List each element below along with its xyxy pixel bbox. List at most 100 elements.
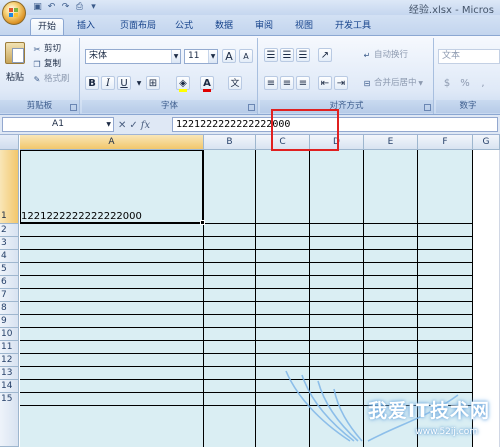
fill-bucket-icon: ◈ — [179, 78, 187, 92]
tab-view[interactable]: 视图 — [288, 18, 320, 35]
cell-a1-value: 1221222222222222000 — [21, 211, 142, 222]
column-header-a[interactable]: A — [20, 135, 204, 150]
row-header-8[interactable]: 8 — [0, 302, 19, 315]
phonetic-button[interactable]: 文 — [228, 76, 242, 90]
fill-color-button[interactable]: ◈ — [176, 76, 190, 92]
italic-button[interactable]: I — [101, 76, 115, 90]
row-header-6[interactable]: 6 — [0, 276, 19, 289]
office-logo-icon — [9, 8, 19, 18]
font-size-combo[interactable]: 11 ▼ — [184, 49, 218, 64]
borders-button[interactable]: ⊞ — [146, 76, 160, 90]
align-top-icon: ☰ — [266, 50, 276, 61]
merge-icon: ⊟ — [363, 79, 371, 88]
percent-format-icon[interactable]: % — [458, 76, 472, 90]
number-group-label: 数字 — [436, 100, 500, 113]
increase-indent-button[interactable]: ⇥ — [334, 76, 348, 90]
office-button[interactable] — [2, 1, 26, 25]
customize-qat-icon[interactable]: ▾ — [88, 2, 99, 13]
font-size-value: 11 — [188, 51, 200, 61]
align-center-button[interactable]: ≡ — [280, 76, 294, 90]
shrink-font-button[interactable]: A — [239, 49, 253, 63]
decrease-indent-button[interactable]: ⇤ — [318, 76, 332, 90]
comma-style-icon[interactable]: , — [476, 76, 490, 90]
row-header-5[interactable]: 5 — [0, 263, 19, 276]
font-group-label: 字体 — [82, 100, 257, 113]
font-launcher-icon[interactable] — [248, 104, 255, 111]
save-icon[interactable]: ▣ — [32, 2, 43, 13]
redo-icon[interactable]: ↷ — [60, 2, 71, 13]
tab-formulas[interactable]: 公式 — [168, 18, 200, 35]
cancel-icon[interactable]: ✕ — [118, 120, 126, 131]
select-all-button[interactable] — [0, 135, 19, 150]
row-header-12[interactable]: 12 — [0, 354, 19, 367]
font-name-combo[interactable]: 宋体 ▼ — [85, 49, 181, 64]
tab-data[interactable]: 数据 — [208, 18, 240, 35]
cut-label: 剪切 — [44, 44, 62, 54]
row-header-7[interactable]: 7 — [0, 289, 19, 302]
worksheet-grid[interactable]: A B C D E F G 1 2 3 4 5 6 7 8 9 10 11 12… — [0, 135, 500, 447]
tab-page-layout[interactable]: 页面布局 — [112, 18, 164, 35]
tab-home[interactable]: 开始 — [30, 18, 64, 35]
name-box[interactable]: A1 ▼ — [2, 117, 114, 132]
column-header-b[interactable]: B — [204, 135, 256, 150]
window-title: 经验.xlsx - Micros — [408, 5, 494, 16]
formula-buttons: ✕ ✓ fx — [118, 118, 150, 132]
wrap-text-icon: ↵ — [363, 51, 371, 60]
clipboard-launcher-icon[interactable] — [70, 104, 77, 111]
align-top-button[interactable]: ☰ — [264, 48, 278, 62]
format-painter-label: 格式刷 — [44, 74, 70, 84]
alignment-group: ☰ ☰ ☰ ↗ ↵ 自动换行 ≡ ≡ ≡ ⇤ ⇥ ⊟ 合并后居中 ▼ 对齐方式 — [260, 38, 434, 114]
align-right-icon: ≡ — [298, 78, 308, 89]
align-right-button[interactable]: ≡ — [296, 76, 310, 90]
formula-bar: A1 ▼ ✕ ✓ fx 1221222222222222000 — [0, 115, 500, 135]
row-header-11[interactable]: 11 — [0, 341, 19, 354]
tab-insert[interactable]: 插入 — [70, 18, 102, 35]
column-header-g[interactable]: G — [473, 135, 500, 150]
merge-dropdown-icon[interactable]: ▼ — [417, 80, 423, 87]
tab-developer[interactable]: 开发工具 — [328, 18, 378, 35]
wrap-text-label: 自动换行 — [374, 50, 409, 60]
bold-button[interactable]: B — [85, 76, 99, 90]
row-header-3[interactable]: 3 — [0, 237, 19, 250]
merge-center-button[interactable]: ⊟ 合并后居中 ▼ — [362, 77, 423, 89]
alignment-launcher-icon[interactable] — [424, 104, 431, 111]
grow-font-button[interactable]: A — [222, 49, 236, 63]
row-header-14[interactable]: 14 — [0, 380, 19, 393]
orientation-button[interactable]: ↗ — [318, 48, 332, 62]
format-painter-button[interactable]: ✎ 格式刷 — [32, 73, 70, 85]
row-header-4[interactable]: 4 — [0, 250, 19, 263]
row-header-13[interactable]: 13 — [0, 367, 19, 380]
tab-review[interactable]: 审阅 — [248, 18, 280, 35]
column-header-f[interactable]: F — [418, 135, 473, 150]
font-size-dropdown-icon[interactable]: ▼ — [208, 50, 217, 63]
cut-button[interactable]: ✂ 剪切 — [32, 43, 61, 55]
copy-button[interactable]: ❐ 复制 — [32, 58, 61, 70]
paste-icon — [5, 42, 25, 64]
column-header-e[interactable]: E — [364, 135, 418, 150]
align-bottom-button[interactable]: ☰ — [296, 48, 310, 62]
insert-function-button[interactable]: fx — [141, 120, 150, 131]
row-header-15[interactable]: 15 — [0, 393, 19, 447]
copy-icon: ❐ — [33, 60, 41, 69]
row-header-1[interactable]: 1 — [0, 150, 19, 224]
row-header-2[interactable]: 2 — [0, 224, 19, 237]
accounting-format-icon[interactable]: $ — [440, 76, 454, 90]
name-box-dropdown-icon[interactable]: ▼ — [106, 118, 111, 131]
align-middle-button[interactable]: ☰ — [280, 48, 294, 62]
row-header-9[interactable]: 9 — [0, 315, 19, 328]
number-format-combo[interactable]: 文本 — [438, 49, 500, 64]
font-name-dropdown-icon[interactable]: ▼ — [171, 50, 180, 63]
paste-button[interactable]: 粘贴 — [3, 42, 27, 84]
undo-icon[interactable]: ↶ — [46, 2, 57, 13]
fill-handle[interactable] — [200, 220, 205, 225]
font-color-button[interactable]: A — [200, 76, 214, 92]
align-left-button[interactable]: ≡ — [264, 76, 278, 90]
row-header-10[interactable]: 10 — [0, 328, 19, 341]
underline-button[interactable]: U — [117, 76, 131, 90]
print-preview-icon[interactable]: ⎙ — [74, 2, 85, 13]
enter-icon[interactable]: ✓ — [129, 120, 137, 131]
clipboard-group: 粘贴 ✂ 剪切 ❐ 复制 ✎ 格式刷 剪贴板 — [0, 38, 80, 114]
underline-dropdown-icon[interactable]: ▼ — [132, 76, 146, 90]
wrap-text-button[interactable]: ↵ 自动换行 — [362, 49, 408, 61]
cell-area[interactable]: 1221222222222222000 — [20, 150, 500, 447]
